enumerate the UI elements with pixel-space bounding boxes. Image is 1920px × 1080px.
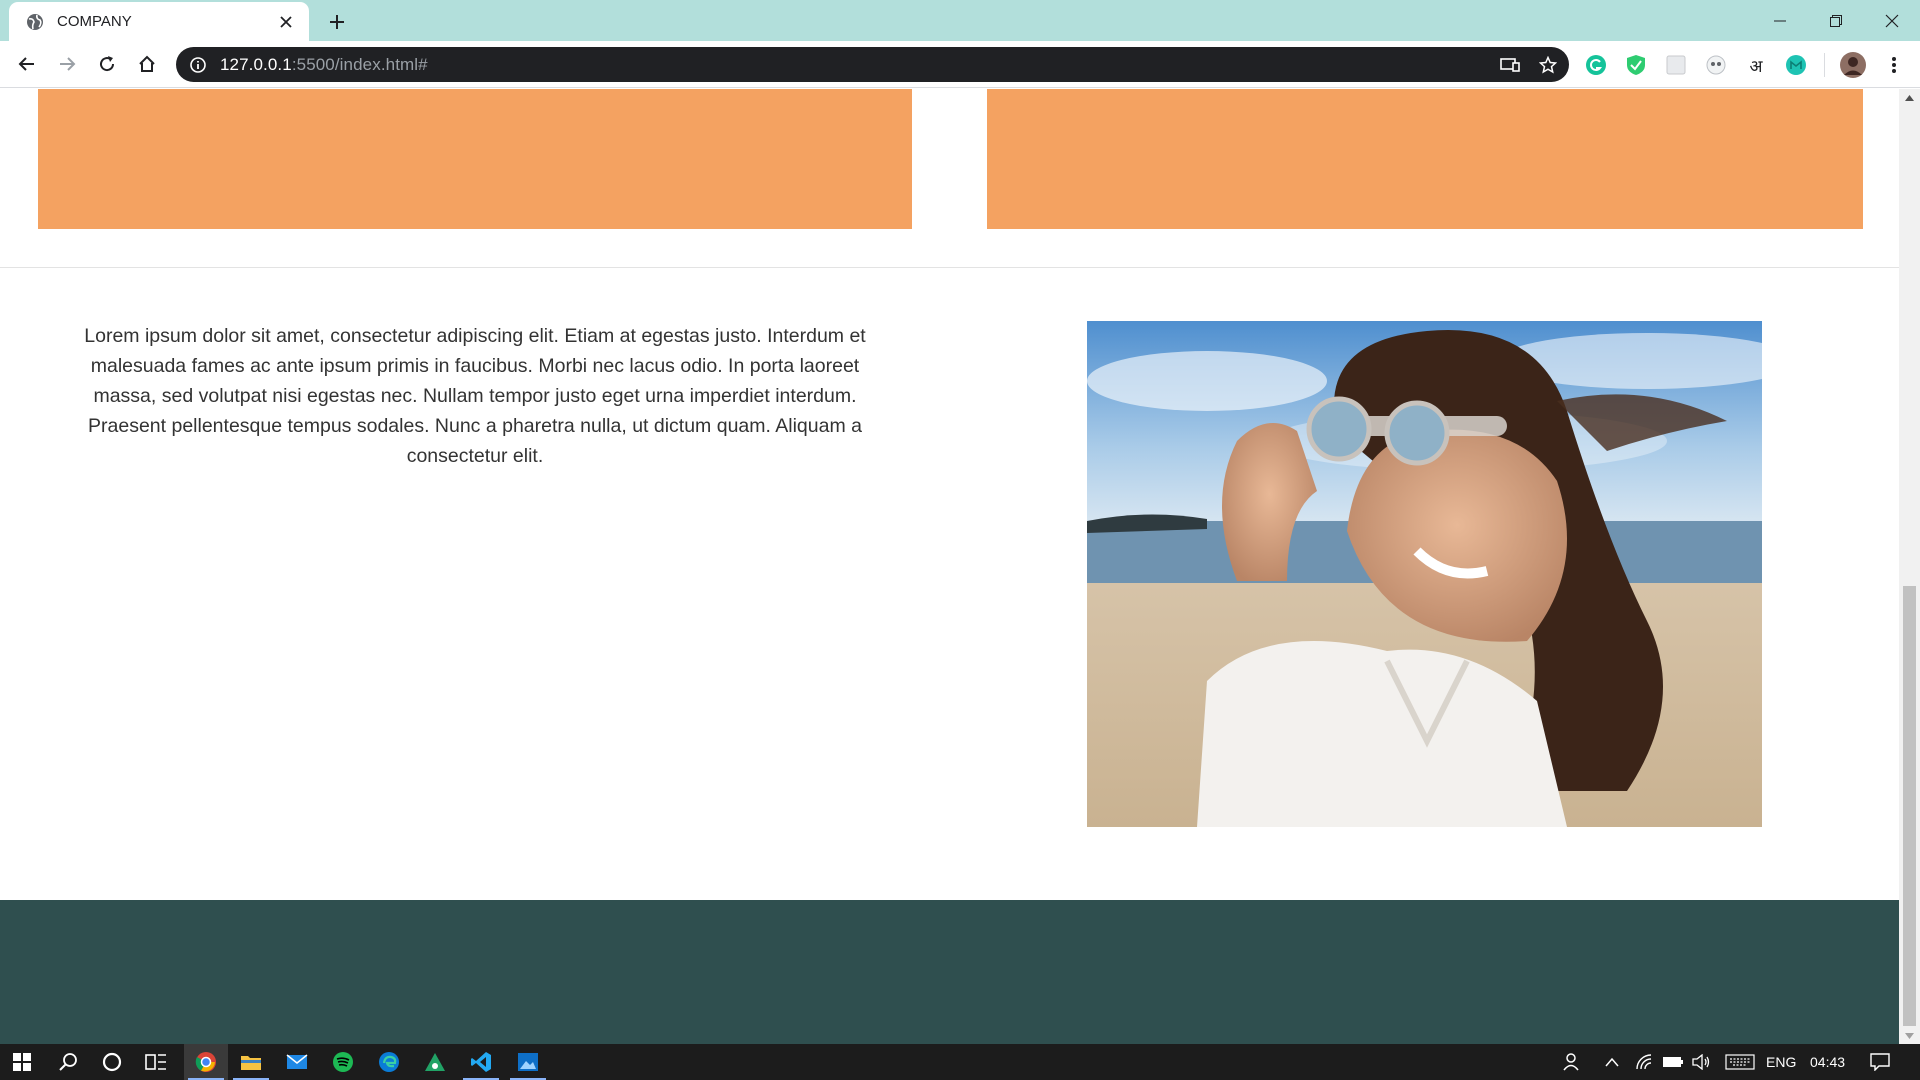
section-divider bbox=[0, 267, 1899, 268]
taskbar-vscode[interactable] bbox=[459, 1044, 503, 1080]
taskbar-spotify[interactable] bbox=[321, 1044, 365, 1080]
taskbar-file-explorer[interactable] bbox=[229, 1044, 273, 1080]
taskbar-photos[interactable] bbox=[506, 1044, 550, 1080]
windows-logo-icon bbox=[13, 1053, 31, 1071]
back-button[interactable] bbox=[13, 50, 41, 78]
window-controls bbox=[1752, 0, 1920, 41]
taskbar-chrome[interactable] bbox=[184, 1044, 228, 1080]
forward-button[interactable] bbox=[53, 50, 81, 78]
show-hidden-icons-button[interactable] bbox=[1594, 1044, 1630, 1080]
browser-tab[interactable]: COMPANY bbox=[9, 2, 309, 41]
reload-icon bbox=[100, 56, 115, 72]
keyboard-icon bbox=[1725, 1054, 1755, 1070]
browser-toolbar: 127.0.0.1:5500/index.html# अ bbox=[0, 41, 1920, 88]
toolbar-separator bbox=[1824, 53, 1825, 77]
home-icon bbox=[139, 55, 155, 72]
cast-icon[interactable] bbox=[1493, 48, 1527, 82]
touch-keyboard-button[interactable] bbox=[1718, 1044, 1762, 1080]
lorem-paragraph: Lorem ipsum dolor sit amet, consectetur … bbox=[84, 325, 866, 467]
shield-extension-icon[interactable] bbox=[1624, 53, 1648, 77]
mail-icon bbox=[286, 1054, 308, 1069]
search-icon bbox=[59, 1053, 77, 1071]
orange-block-right bbox=[987, 89, 1863, 229]
arrow-left-icon bbox=[18, 57, 34, 71]
notification-icon bbox=[1870, 1053, 1890, 1071]
page-scrollbar[interactable] bbox=[1899, 89, 1920, 1044]
close-icon bbox=[1885, 14, 1899, 27]
site-info-icon[interactable] bbox=[188, 55, 208, 75]
url-text[interactable]: 127.0.0.1:5500/index.html# bbox=[220, 55, 1493, 75]
extension-puzzle-icon[interactable] bbox=[1664, 53, 1688, 77]
url-host: 127.0.0.1 bbox=[220, 54, 292, 74]
edge-icon bbox=[379, 1052, 399, 1072]
restore-icon bbox=[1830, 14, 1842, 27]
panda-extension-icon[interactable] bbox=[1704, 53, 1728, 77]
start-button[interactable] bbox=[0, 1044, 44, 1080]
bookmark-star-icon[interactable] bbox=[1531, 48, 1565, 82]
green-triangle-app-icon bbox=[425, 1053, 445, 1071]
battery-icon bbox=[1663, 1057, 1683, 1067]
globe-icon bbox=[25, 12, 45, 32]
people-button[interactable] bbox=[1552, 1044, 1592, 1080]
plus-icon bbox=[330, 15, 344, 29]
volume-button[interactable] bbox=[1684, 1044, 1718, 1080]
scrollbar-thumb[interactable] bbox=[1903, 586, 1916, 1026]
taskbar-green-app[interactable] bbox=[413, 1044, 457, 1080]
scroll-down-arrow-icon[interactable] bbox=[1899, 1027, 1920, 1044]
minimize-icon bbox=[1774, 20, 1786, 21]
hindi-input-extension[interactable]: अ bbox=[1744, 53, 1768, 77]
browser-tab-strip: COMPANY bbox=[0, 0, 1920, 41]
action-center-button[interactable] bbox=[1858, 1044, 1902, 1080]
minimize-button[interactable] bbox=[1752, 0, 1808, 41]
speaker-icon bbox=[1692, 1054, 1710, 1070]
close-tab-icon[interactable] bbox=[275, 11, 297, 33]
meet-extension-icon[interactable] bbox=[1784, 53, 1808, 77]
photos-icon bbox=[518, 1053, 538, 1071]
url-path: :5500/index.html# bbox=[291, 54, 428, 74]
page-footer bbox=[0, 900, 1899, 1044]
arrow-right-icon bbox=[60, 57, 76, 71]
scroll-up-arrow-icon[interactable] bbox=[1899, 89, 1920, 106]
page-viewport: Lorem ipsum dolor sit amet, consectetur … bbox=[0, 89, 1899, 1044]
language-indicator[interactable]: ENG bbox=[1766, 1044, 1796, 1080]
folder-icon bbox=[241, 1056, 261, 1070]
chrome-icon bbox=[195, 1052, 216, 1072]
chevron-up-icon bbox=[1605, 1057, 1619, 1067]
spotify-icon bbox=[333, 1052, 353, 1072]
home-button[interactable] bbox=[133, 50, 161, 78]
cortana-button[interactable] bbox=[90, 1044, 134, 1080]
reload-button[interactable] bbox=[93, 50, 121, 78]
woman-beach-photo bbox=[1087, 321, 1762, 827]
close-window-button[interactable] bbox=[1864, 0, 1920, 41]
taskbar-edge[interactable] bbox=[367, 1044, 411, 1080]
address-bar[interactable]: 127.0.0.1:5500/index.html# bbox=[176, 47, 1569, 82]
vscode-icon bbox=[471, 1052, 491, 1072]
restore-button[interactable] bbox=[1808, 0, 1864, 41]
taskbar-mail[interactable] bbox=[275, 1044, 319, 1080]
orange-block-left bbox=[38, 89, 912, 229]
browser-menu-icon[interactable] bbox=[1882, 53, 1906, 77]
task-view-button[interactable] bbox=[134, 1044, 178, 1080]
hindi-glyph: अ bbox=[1749, 56, 1763, 77]
task-view-icon bbox=[145, 1054, 166, 1070]
cortana-circle-icon bbox=[102, 1052, 122, 1072]
new-tab-button[interactable] bbox=[323, 8, 351, 36]
profile-avatar[interactable] bbox=[1839, 51, 1867, 79]
tab-title: COMPANY bbox=[57, 13, 132, 30]
taskbar-clock[interactable]: 04:43 bbox=[1810, 1044, 1845, 1080]
windows-taskbar: ENG 04:43 bbox=[0, 1044, 1920, 1080]
wifi-icon bbox=[1636, 1054, 1652, 1070]
search-button[interactable] bbox=[46, 1044, 90, 1080]
people-icon bbox=[1563, 1053, 1579, 1071]
grammarly-extension-icon[interactable] bbox=[1584, 53, 1608, 77]
